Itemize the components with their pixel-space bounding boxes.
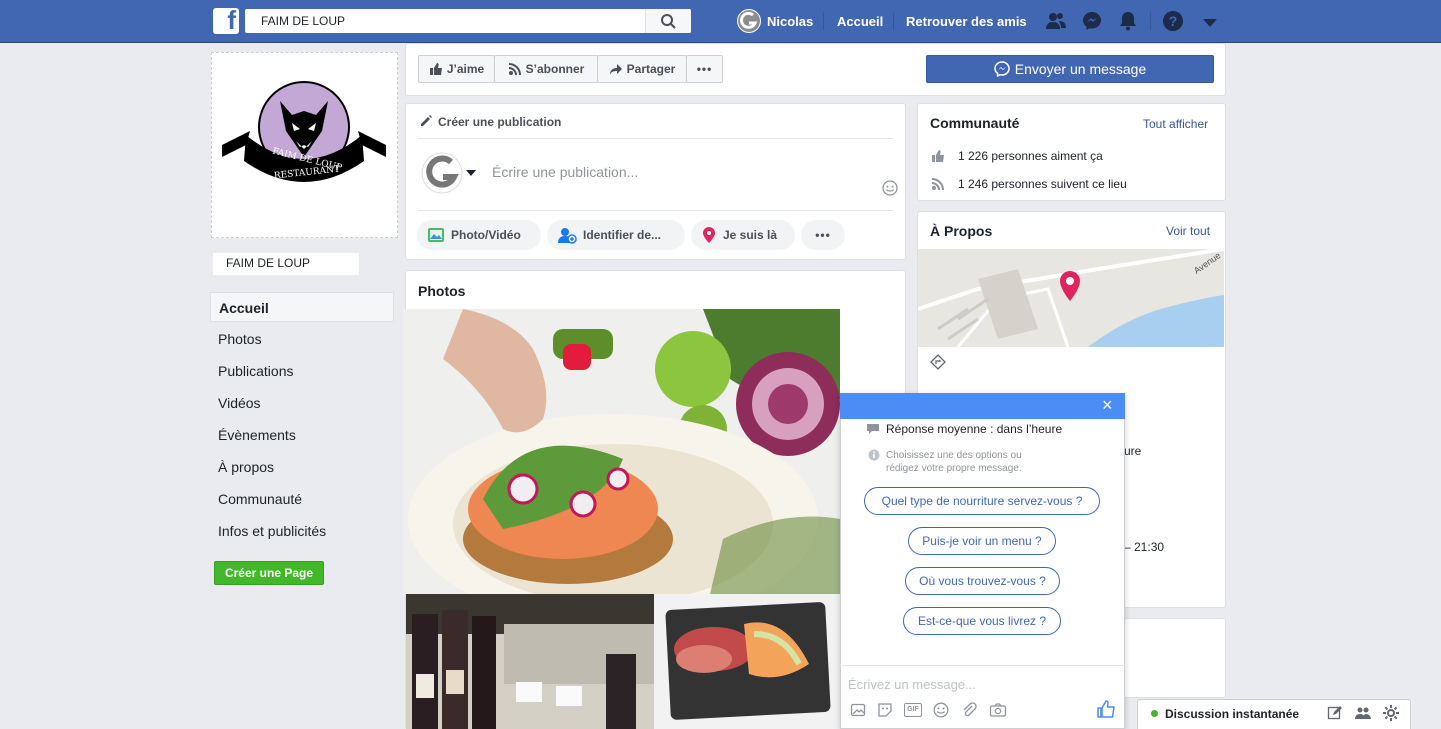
photo-icon: [428, 228, 444, 242]
send-message-button[interactable]: Envoyer un message: [926, 55, 1214, 83]
online-status-dot: [1151, 710, 1158, 717]
about-title[interactable]: À Propos: [930, 223, 992, 239]
facebook-logo-icon[interactable]: f: [213, 5, 239, 35]
gif-icon[interactable]: GIF: [904, 703, 922, 717]
camera-icon[interactable]: [989, 702, 1007, 718]
user-avatar[interactable]: [737, 9, 761, 33]
friend-requests-icon[interactable]: [1045, 10, 1067, 32]
nav-divider: [893, 12, 894, 30]
photo-wine-bottles[interactable]: [406, 594, 654, 729]
composer-avatar: [421, 152, 463, 194]
nav-home[interactable]: Accueil: [837, 14, 883, 29]
left-nav-item-events[interactable]: Évènements: [210, 420, 394, 450]
location-pin-icon: [703, 227, 715, 243]
svg-text:?: ?: [1169, 13, 1178, 29]
about-partial-text: ure: [1124, 444, 1142, 458]
chat-dock-label[interactable]: Discussion instantanée: [1165, 707, 1299, 721]
create-page-button[interactable]: Créer une Page: [214, 561, 324, 585]
about-partial-hours: – 21:30: [1124, 540, 1165, 554]
gear-icon[interactable]: [1383, 705, 1399, 721]
left-nav-item-posts[interactable]: Publications: [210, 356, 394, 386]
wolf-logo-icon: [222, 81, 386, 182]
photo-main-dish[interactable]: [403, 309, 840, 594]
community-likes-count: 1 226 personnes aiment ça: [958, 149, 1103, 163]
messenger-icon[interactable]: [1081, 10, 1103, 32]
emoji-icon[interactable]: [933, 702, 949, 718]
left-nav-item-community[interactable]: Communauté: [210, 484, 394, 514]
attach-photo-icon[interactable]: [850, 702, 866, 718]
map-pin-icon: [1060, 271, 1080, 301]
page-name-label[interactable]: FAIM DE LOUP: [213, 253, 359, 275]
composer-divider: [418, 210, 893, 211]
new-message-icon[interactable]: [1327, 705, 1343, 721]
follow-button[interactable]: S’abonner: [494, 55, 598, 83]
photo-video-button[interactable]: Photo/Vidéo: [417, 220, 541, 250]
community-followers-count: 1 246 personnes suivent ce lieu: [958, 177, 1127, 191]
photos-title[interactable]: Photos: [418, 283, 465, 299]
composer-more-button[interactable]: •••: [801, 220, 845, 250]
message-input[interactable]: Écrivez un message...: [848, 677, 976, 692]
share-arrow-icon: [609, 64, 622, 75]
rss-follow-icon: [508, 63, 521, 76]
rss-follow-icon: [931, 178, 944, 191]
quick-reply-location[interactable]: Où vous trouvez-vous ?: [905, 567, 1060, 595]
pencil-icon: [421, 115, 432, 126]
composer-input[interactable]: Écrire une publication...: [492, 164, 638, 180]
share-button[interactable]: Partager: [597, 55, 687, 83]
about-see-all-link[interactable]: Voir tout: [1166, 224, 1210, 238]
search-box: [245, 9, 691, 33]
directions-icon: [930, 354, 946, 370]
more-actions-button[interactable]: •••: [686, 55, 723, 83]
composer-divider: [418, 138, 893, 139]
notifications-bell-icon[interactable]: [1117, 10, 1139, 32]
nav-user-name[interactable]: Nicolas: [767, 14, 813, 29]
community-title[interactable]: Communauté: [930, 115, 1019, 131]
thumbs-up-icon: [429, 63, 442, 75]
messenger-divider: [840, 665, 1125, 666]
search-button[interactable]: [645, 9, 691, 33]
audience-chevron-down-icon[interactable]: [465, 168, 477, 178]
tag-friend-icon: [558, 228, 577, 244]
left-nav-item-videos[interactable]: Vidéos: [210, 388, 394, 418]
messenger-close-button[interactable]: ×: [1102, 395, 1113, 415]
paperclip-icon[interactable]: [961, 702, 977, 718]
left-nav-item-info-ads[interactable]: Infos et publicités: [210, 516, 394, 546]
thumbs-up-icon: [932, 150, 944, 162]
create-group-icon[interactable]: [1355, 705, 1371, 721]
chat-bubble-icon: [867, 424, 879, 434]
user-logo-icon: [738, 10, 760, 32]
search-input[interactable]: [245, 9, 645, 33]
info-icon: [868, 449, 880, 461]
messenger-hint-text: Choisissez une des options ou rédigez vo…: [886, 450, 1022, 474]
tag-people-button[interactable]: Identifier de...: [547, 220, 685, 250]
nav-divider: [1150, 12, 1151, 30]
composer-title[interactable]: Créer une publication: [438, 115, 561, 129]
nav-divider: [823, 12, 824, 30]
search-icon: [661, 14, 676, 29]
photo-melon-ham[interactable]: [654, 594, 840, 729]
sticker-icon[interactable]: [877, 702, 893, 718]
check-in-button[interactable]: Je suis là: [691, 220, 795, 250]
quick-reply-food-type[interactable]: Quel type de nourriture servez-vous ?: [864, 487, 1100, 515]
help-icon[interactable]: ?: [1162, 10, 1184, 32]
left-nav-item-photos[interactable]: Photos: [210, 324, 394, 354]
account-menu-chevron-down-icon[interactable]: [1199, 12, 1221, 34]
messenger-bolt-icon: [993, 61, 1010, 77]
quick-reply-delivery[interactable]: Est-ce-que vous livrez ?: [903, 607, 1061, 635]
response-time-text: Réponse moyenne : dans l’heure: [886, 422, 1063, 436]
like-button[interactable]: J’aime: [418, 55, 495, 83]
community-see-all-link[interactable]: Tout afficher: [1143, 117, 1208, 131]
quick-reply-menu[interactable]: Puis-je voir un menu ?: [908, 527, 1056, 555]
thumbs-up-send-icon[interactable]: [1096, 700, 1116, 718]
nav-find-friends[interactable]: Retrouver des amis: [906, 14, 1027, 29]
left-nav-item-home[interactable]: Accueil: [210, 292, 394, 322]
messenger-header[interactable]: [840, 393, 1125, 419]
emoji-icon[interactable]: [882, 180, 898, 196]
left-nav-item-about[interactable]: À propos: [210, 452, 394, 482]
page-profile-picture[interactable]: FAIM DE LOUP RESTAURANT: [211, 52, 398, 238]
